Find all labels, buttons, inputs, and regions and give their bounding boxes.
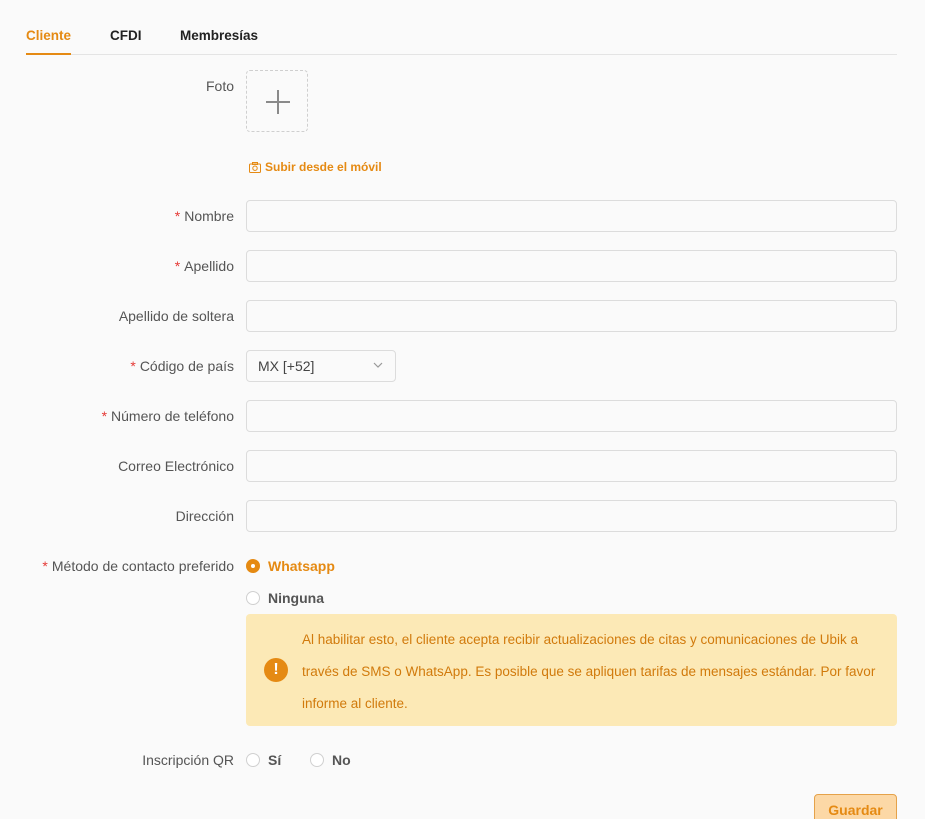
phone-label: * Número de teléfono [102, 408, 234, 424]
consent-alert: ! Al habilitar esto, el cliente acepta r… [246, 614, 897, 726]
email-input[interactable] [246, 450, 897, 482]
last-name-label: * Apellido [175, 258, 234, 274]
country-code-label-text: Código de país [139, 358, 234, 374]
qr-yes-label: Sí [268, 752, 282, 768]
phone-input[interactable] [246, 400, 897, 432]
photo-label: Foto [205, 78, 234, 94]
qr-label: Inscripción QR [142, 752, 234, 768]
camera-icon [249, 161, 261, 173]
contact-method-label: * Método de contacto preferido [42, 558, 234, 574]
mobile-upload-label: Subir desde el móvil [265, 160, 382, 174]
required-mark: * [101, 408, 108, 424]
country-code-select[interactable]: MX [+52] [246, 350, 396, 382]
last-name-label-text: Apellido [184, 258, 234, 274]
contact-whatsapp-radio[interactable]: Whatsapp [246, 558, 335, 574]
radio-selected-icon [246, 559, 260, 573]
qr-no-radio[interactable]: No [310, 752, 351, 768]
qr-yes-radio[interactable]: Sí [246, 752, 281, 768]
warning-icon: ! [264, 658, 288, 682]
maiden-name-label: Apellido de soltera [118, 308, 234, 324]
contact-method-label-text: Método de contacto preferido [51, 558, 234, 574]
email-label: Correo Electrónico [118, 458, 234, 474]
first-name-input[interactable] [246, 200, 897, 232]
photo-upload-button[interactable] [246, 70, 308, 132]
required-mark: * [174, 208, 181, 224]
qr-no-label: No [332, 752, 351, 768]
tab-membresias[interactable]: Membresías [180, 28, 258, 55]
country-code-value: MX [+52] [258, 358, 315, 374]
phone-label-text: Número de teléfono [111, 408, 234, 424]
tab-cliente[interactable]: Cliente [26, 28, 72, 55]
required-mark: * [130, 358, 136, 374]
maiden-name-input[interactable] [246, 300, 897, 332]
plus-icon-vertical [277, 90, 279, 114]
first-name-label-text: Nombre [184, 208, 234, 224]
tab-bar: Cliente CFDI Membresías [26, 20, 897, 55]
chevron-down-icon [373, 362, 383, 368]
contact-whatsapp-label: Whatsapp [268, 558, 335, 574]
radio-unselected-icon [246, 591, 260, 605]
required-mark: * [42, 558, 48, 574]
address-input[interactable] [246, 500, 897, 532]
save-button[interactable]: Guardar [814, 794, 897, 819]
required-mark: * [174, 258, 181, 274]
contact-none-label: Ninguna [268, 590, 324, 606]
contact-none-radio[interactable]: Ninguna [246, 590, 324, 606]
alert-text: Al habilitar esto, el cliente acepta rec… [302, 632, 876, 711]
address-label: Dirección [175, 508, 234, 524]
radio-unselected-icon [310, 753, 324, 767]
radio-unselected-icon [246, 753, 260, 767]
mobile-upload-link[interactable]: Subir desde el móvil [249, 160, 382, 174]
last-name-input[interactable] [246, 250, 897, 282]
first-name-label: * Nombre [175, 208, 234, 224]
country-code-label: * Código de país [130, 358, 234, 374]
tab-cfdi[interactable]: CFDI [110, 28, 142, 55]
